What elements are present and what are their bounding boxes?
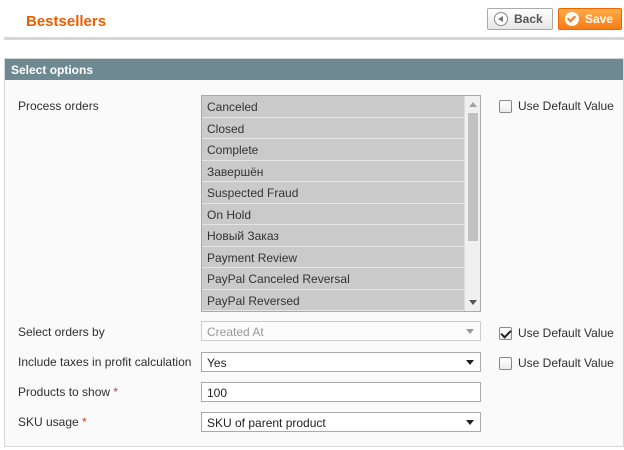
- select-orders-by-value: Created At: [207, 325, 264, 339]
- use-default-label: Use Default Value: [518, 99, 614, 113]
- page-header: Bestsellers Back Save: [0, 0, 624, 38]
- process-orders-option[interactable]: Complete: [202, 139, 464, 161]
- save-button-label: Save: [585, 12, 614, 26]
- process-orders-option[interactable]: On Hold: [202, 203, 464, 225]
- use-default-label: Use Default Value: [518, 356, 614, 370]
- include-taxes-value: Yes: [207, 356, 227, 370]
- required-mark: *: [113, 385, 119, 399]
- products-to-show-label-text: Products to show: [18, 385, 111, 399]
- process-orders-option[interactable]: Closed: [202, 117, 464, 139]
- sku-usage-label-text: SKU usage: [18, 415, 79, 429]
- back-button[interactable]: Back: [487, 8, 553, 30]
- process-orders-option[interactable]: PayPal Reversed: [202, 289, 464, 311]
- dropdown-arrow-icon: [466, 329, 474, 334]
- scrollbar-thumb[interactable]: [468, 113, 478, 241]
- process-orders-use-default-checkbox[interactable]: [499, 99, 512, 113]
- process-orders-label: Process orders: [18, 99, 99, 113]
- process-orders-option[interactable]: Новый Заказ: [202, 225, 464, 247]
- include-taxes-use-default[interactable]: Use Default Value: [499, 356, 614, 370]
- sku-usage-value: SKU of parent product: [207, 416, 326, 430]
- products-to-show-label: Products to show *: [18, 385, 118, 399]
- select-orders-by-use-default[interactable]: Use Default Value: [499, 326, 614, 340]
- process-orders-option[interactable]: PayPal Canceled Reversal: [202, 268, 464, 290]
- products-to-show-value: 100: [207, 386, 228, 400]
- process-orders-option[interactable]: Payment Review: [202, 246, 464, 268]
- process-orders-multiselect[interactable]: Canceled Closed Complete Завершён Suspected …: [201, 95, 481, 312]
- checkmark-icon: [565, 12, 579, 26]
- dropdown-arrow-icon: [466, 420, 474, 425]
- process-orders-option[interactable]: Suspected Fraud: [202, 182, 464, 204]
- required-mark: *: [82, 415, 87, 429]
- select-orders-by-use-default-checkbox[interactable]: [499, 326, 512, 340]
- multiselect-scrollbar[interactable]: [464, 96, 480, 311]
- process-orders-option[interactable]: Canceled: [202, 96, 464, 118]
- include-taxes-label: Include taxes in profit calculation: [18, 355, 192, 369]
- process-orders-option[interactable]: Завершён: [202, 160, 464, 182]
- dropdown-arrow-icon: [466, 360, 474, 365]
- sku-usage-label: SKU usage *: [18, 415, 87, 429]
- panel-title: Select options: [5, 59, 623, 80]
- process-orders-use-default[interactable]: Use Default Value: [499, 99, 614, 113]
- include-taxes-select[interactable]: Yes: [201, 352, 481, 372]
- select-orders-by-label: Select orders by: [18, 325, 105, 339]
- use-default-label: Use Default Value: [518, 326, 614, 340]
- page-title: Bestsellers: [26, 13, 107, 30]
- scroll-down-arrow-icon[interactable]: [469, 300, 477, 305]
- back-button-label: Back: [514, 12, 543, 26]
- header-divider: [4, 37, 624, 40]
- back-arrow-icon: [494, 12, 508, 26]
- products-to-show-input[interactable]: 100: [201, 382, 481, 402]
- include-taxes-use-default-checkbox[interactable]: [499, 356, 512, 370]
- scroll-up-arrow-icon[interactable]: [469, 102, 477, 107]
- sku-usage-select[interactable]: SKU of parent product: [201, 412, 481, 432]
- select-orders-by-select[interactable]: Created At: [201, 321, 481, 341]
- save-button[interactable]: Save: [558, 8, 622, 30]
